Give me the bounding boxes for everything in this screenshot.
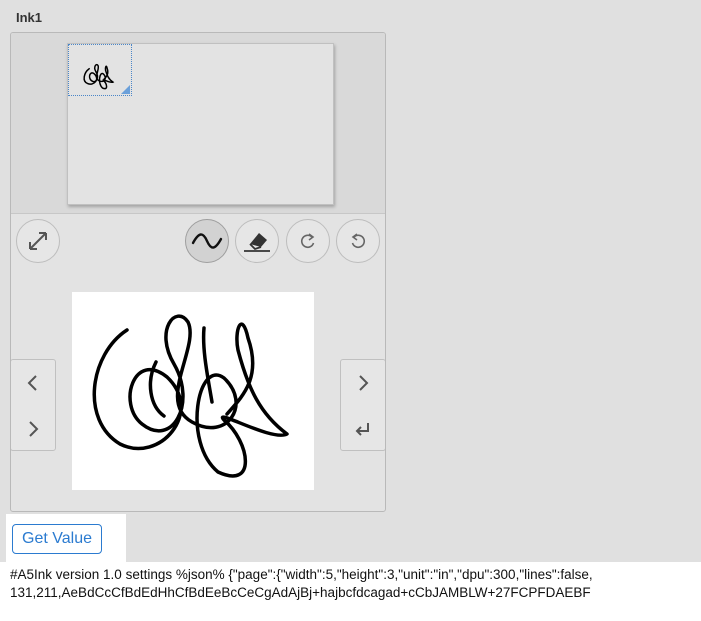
get-value-area: Get Value [6, 514, 126, 562]
ink-canvas[interactable] [72, 292, 314, 490]
value-line-1: #A5Ink version 1.0 settings %json% {"pag… [10, 567, 593, 582]
pen-tool-button[interactable] [185, 219, 229, 263]
ink-panel [10, 32, 386, 512]
expand-icon [29, 232, 47, 250]
redo-button[interactable] [286, 219, 330, 263]
ink-control-title: Ink1 [16, 10, 43, 25]
right-nav-button[interactable] [340, 359, 385, 452]
value-line-2: 131,211,AeBdCcCfBdEdHhCfBdEeBcCeCgAdAjBj… [10, 585, 591, 600]
eraser-tool-button[interactable] [235, 219, 279, 263]
thumbnail-resize-handle[interactable] [121, 85, 130, 94]
ink-stroke-drawing [92, 314, 289, 478]
chevron-right-icon [359, 375, 369, 391]
get-value-button[interactable]: Get Value [12, 524, 102, 554]
ink-value-output: #A5Ink version 1.0 settings %json% {"pag… [0, 562, 701, 621]
chevron-right-icon [29, 421, 39, 437]
undo-icon [351, 233, 366, 249]
thumbnail-scribble [83, 63, 115, 90]
left-nav-button[interactable] [11, 359, 56, 452]
page-preview [67, 43, 334, 205]
undo-button[interactable] [336, 219, 380, 263]
redo-icon [300, 233, 315, 249]
enter-key[interactable] [341, 406, 385, 452]
enter-icon [355, 423, 369, 436]
eraser-icon [244, 233, 270, 252]
wave-pen-icon [191, 233, 223, 249]
chevron-left-icon [27, 375, 37, 391]
next-arrow[interactable] [11, 406, 55, 452]
previous-arrow[interactable] [11, 360, 55, 406]
forward-arrow[interactable] [341, 360, 385, 406]
ink-thumbnail[interactable] [68, 44, 132, 96]
page-preview-area [11, 33, 385, 214]
expand-button[interactable] [16, 219, 60, 263]
